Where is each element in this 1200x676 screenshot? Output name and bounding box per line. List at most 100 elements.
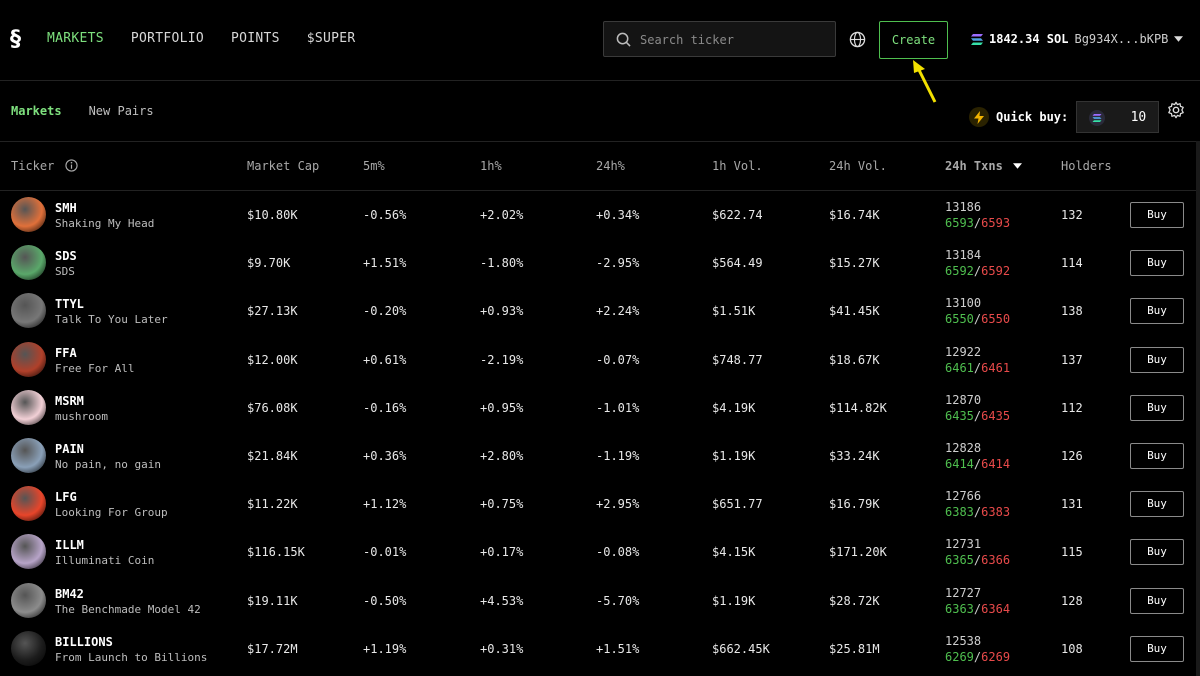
brand-logo[interactable]: § <box>10 28 28 52</box>
holders-count: 108 <box>1061 641 1083 656</box>
change-5m: -0.20% <box>363 304 407 319</box>
txns-buys: 6435 <box>945 408 974 423</box>
col-24h[interactable]: 24h% <box>596 159 625 173</box>
holders-count: 128 <box>1061 593 1083 608</box>
quick-buy-input[interactable]: 10 <box>1076 101 1160 133</box>
quick-buy-value: 10 <box>1130 110 1147 125</box>
market-cap: $21.84K <box>247 448 298 463</box>
token-name: Illuminati Coin <box>55 554 155 568</box>
sort-desc-icon <box>1013 163 1023 169</box>
scrollbar[interactable] <box>1196 141 1200 676</box>
change-5m: -0.16% <box>363 400 407 415</box>
volume-24h: $16.79K <box>829 497 880 512</box>
txns-sells: 6435 <box>981 408 1011 423</box>
table-row[interactable]: LFG Looking For Group $11.22K +1.12% +0.… <box>0 480 1196 528</box>
table-row[interactable]: FFA Free For All $12.00K +0.61% -2.19% -… <box>0 336 1196 384</box>
txns-buys: 6363 <box>945 601 974 616</box>
nav-points[interactable]: POINTS <box>231 31 280 46</box>
table-row[interactable]: MSRM mushroom $76.08K -0.16% +0.95% -1.0… <box>0 384 1196 432</box>
change-1h: +4.53% <box>480 593 524 608</box>
table-row[interactable]: BILLIONS From Launch to Billions $17.72M… <box>0 625 1196 673</box>
market-cap: $76.08K <box>247 400 298 415</box>
nav-markets[interactable]: MARKETS <box>47 31 104 46</box>
buy-button[interactable]: Buy <box>1130 250 1184 277</box>
token-ticker: MSRM <box>55 393 84 408</box>
volume-24h: $25.81M <box>829 641 880 656</box>
buy-button[interactable]: Buy <box>1130 394 1184 421</box>
market-cap: $10.80K <box>247 208 298 222</box>
txns-split: 6269/6269 <box>945 650 1010 664</box>
change-1h: +2.80% <box>480 448 524 463</box>
token-ticker: ILLM <box>55 538 84 553</box>
token-avatar <box>11 534 46 570</box>
buy-button[interactable]: Buy <box>1130 442 1184 469</box>
table-row[interactable]: SMH Shaking My Head $10.80K -0.56% +2.02… <box>0 191 1196 239</box>
markets-table: SMH Shaking My Head $10.80K -0.56% +2.02… <box>0 191 1196 673</box>
volume-24h: $114.82K <box>829 400 887 415</box>
buy-button[interactable]: Buy <box>1130 346 1184 373</box>
token-avatar <box>11 197 46 232</box>
buy-button[interactable]: Buy <box>1130 587 1184 614</box>
txns-sells: 6461 <box>981 360 1011 375</box>
txns-split: 6383/6383 <box>945 505 1010 519</box>
change-5m: -0.50% <box>363 593 407 608</box>
holders-count: 138 <box>1061 304 1083 319</box>
buy-button[interactable]: Buy <box>1130 202 1184 228</box>
col-24h-txns[interactable]: 24h Txns <box>945 159 1023 173</box>
quick-buy: Quick buy: 10 <box>969 101 1160 133</box>
info-icon[interactable] <box>64 159 78 172</box>
token-name: SDS <box>55 265 75 279</box>
sub-bar: Markets New Pairs Quick buy: 10 <box>0 81 1200 142</box>
table-row[interactable]: BM42 The Benchmade Model 42 $19.11K -0.5… <box>0 577 1196 625</box>
col-ticker[interactable]: Ticker <box>11 159 78 173</box>
market-cap: $12.00K <box>247 352 298 367</box>
holders-count: 112 <box>1061 400 1083 415</box>
volume-1h: $1.19K <box>712 593 756 608</box>
col-1h-vol[interactable]: 1h Vol. <box>712 159 763 173</box>
txns-total: 12766 <box>945 489 982 504</box>
nav-portfolio[interactable]: PORTFOLIO <box>131 31 204 46</box>
market-cap: $11.22K <box>247 497 298 512</box>
txns-total: 12828 <box>945 440 982 455</box>
table-row[interactable]: ILLM Illuminati Coin $116.15K -0.01% +0.… <box>0 528 1196 576</box>
token-avatar <box>11 341 46 377</box>
table-row[interactable]: PAIN No pain, no gain $21.84K +0.36% +2.… <box>0 432 1196 480</box>
token-avatar <box>11 245 46 281</box>
market-cap: $116.15K <box>247 545 305 560</box>
buy-button[interactable]: Buy <box>1130 298 1184 325</box>
search-icon <box>616 32 631 47</box>
txns-split: 6363/6364 <box>945 602 1010 616</box>
volume-24h: $15.27K <box>829 256 880 271</box>
txns-buys: 6269 <box>945 649 974 664</box>
table-row[interactable]: SDS SDS $9.70K +1.51% -1.80% -2.95% $564… <box>0 239 1196 287</box>
nav-super[interactable]: $SUPER <box>307 31 356 46</box>
quick-buy-label: Quick buy: <box>996 110 1069 124</box>
buy-button[interactable]: Buy <box>1130 491 1184 518</box>
change-1h: +2.02% <box>480 208 524 222</box>
col-holders[interactable]: Holders <box>1061 159 1112 173</box>
change-24h: +1.51% <box>596 641 640 656</box>
token-avatar <box>11 293 46 329</box>
txns-split: 6435/6435 <box>945 409 1010 423</box>
wallet-selector[interactable]: 1842.34 SOL Bg934X...bKPB <box>971 32 1184 46</box>
col-24h-vol[interactable]: 24h Vol. <box>829 159 887 173</box>
col-market-cap[interactable]: Market Cap <box>247 159 319 173</box>
tab-new-pairs[interactable]: New Pairs <box>89 104 154 118</box>
tab-markets[interactable]: Markets <box>11 104 62 118</box>
buy-button[interactable]: Buy <box>1130 539 1184 566</box>
volume-24h: $41.45K <box>829 304 880 319</box>
col-5m[interactable]: 5m% <box>363 159 385 173</box>
volume-24h: $33.24K <box>829 448 880 463</box>
table-header: Ticker Market Cap 5m% 1h% 24h% 1h Vol. 2… <box>0 141 1196 191</box>
create-button[interactable]: Create <box>879 21 948 59</box>
search-input[interactable] <box>638 30 832 50</box>
buy-button[interactable]: Buy <box>1130 635 1184 662</box>
solana-icon <box>971 33 983 45</box>
gear-icon[interactable] <box>1167 101 1185 119</box>
change-24h: -5.70% <box>596 593 640 608</box>
col-1h[interactable]: 1h% <box>480 159 502 173</box>
globe-icon[interactable] <box>849 31 866 48</box>
table-row[interactable]: TTYL Talk To You Later $27.13K -0.20% +0… <box>0 287 1196 335</box>
search-box <box>603 21 836 57</box>
txns-buys: 6461 <box>945 360 974 375</box>
